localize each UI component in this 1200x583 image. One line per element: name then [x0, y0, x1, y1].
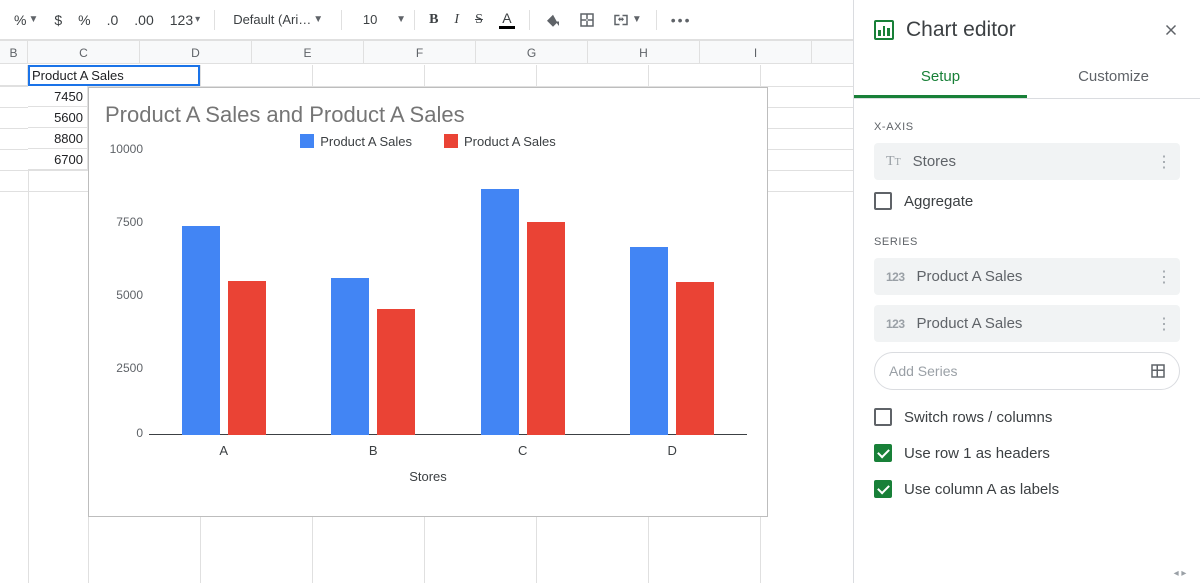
close-icon: [1162, 21, 1180, 39]
y-axis: 0 2500 5000 7500 10000: [99, 149, 147, 441]
series-1-name: Product A Sales: [917, 315, 1023, 332]
bold-button[interactable]: B: [423, 6, 444, 34]
toolbar-overflow-button[interactable]: •••: [665, 6, 698, 34]
bar-groups: ABCD: [149, 155, 747, 435]
embedded-chart[interactable]: Product A Sales and Product A Sales Prod…: [88, 87, 768, 517]
italic-button[interactable]: I: [448, 6, 465, 34]
fill-color-button[interactable]: [538, 6, 568, 34]
chevron-down-icon: ▼: [632, 14, 642, 25]
cola-label: Use column A as labels: [904, 481, 1059, 498]
format-currency-button[interactable]: $: [48, 6, 68, 34]
row1-headers-checkbox[interactable]: [874, 444, 892, 462]
col-header-f[interactable]: F: [364, 41, 476, 63]
sidebar-header: Chart editor: [854, 0, 1200, 56]
text-color-button[interactable]: A: [493, 6, 521, 34]
merge-icon: [612, 11, 630, 29]
format-percent2-button[interactable]: %: [72, 6, 96, 34]
switch-rows-cols-checkbox[interactable]: [874, 408, 892, 426]
chevron-down-icon: ▼: [313, 14, 323, 25]
add-series-label: Add Series: [889, 363, 957, 379]
borders-button[interactable]: [572, 6, 602, 34]
chart-legend: Product A Sales Product A Sales: [89, 134, 767, 155]
borders-icon: [578, 11, 596, 29]
cola-labels-row: Use column A as labels: [874, 480, 1180, 498]
xaxis-section-label: X-AXIS: [874, 121, 1180, 133]
xaxis-more-button[interactable]: ⋮: [1156, 152, 1172, 172]
more-formats-button[interactable]: 123▾: [164, 6, 206, 34]
cell-b5[interactable]: 6700: [28, 149, 88, 170]
format-percent-button[interactable]: %▼: [8, 6, 44, 34]
col-header-h[interactable]: H: [588, 41, 700, 63]
text-type-icon: TT: [886, 154, 901, 170]
cell-b1[interactable]: duct A Sales: [0, 65, 28, 86]
sidebar-tabs: Setup Customize: [854, 56, 1200, 99]
col-header-e[interactable]: E: [252, 41, 364, 63]
tab-customize[interactable]: Customize: [1027, 56, 1200, 98]
font-family-select[interactable]: Default (Ari…▼: [223, 6, 333, 34]
series-section-label: SERIES: [874, 236, 1180, 248]
chevron-down-icon: ▼: [396, 14, 406, 25]
paint-bucket-icon: [544, 11, 562, 29]
chart-title: Product A Sales and Product A Sales: [89, 88, 767, 134]
series-0-more-button[interactable]: ⋮: [1156, 267, 1172, 287]
series-chip-1[interactable]: 123 Product A Sales ⋮: [874, 305, 1180, 342]
cell-c1-selected[interactable]: Product A Sales: [28, 65, 200, 86]
row1-headers-row: Use row 1 as headers: [874, 444, 1180, 462]
aggregate-row: Aggregate: [874, 192, 1180, 210]
col-header-i[interactable]: I: [700, 41, 812, 63]
switch-label: Switch rows / columns: [904, 409, 1052, 426]
xaxis-chip[interactable]: TT Stores ⋮: [874, 143, 1180, 180]
cell-b4[interactable]: 8800: [28, 128, 88, 149]
x-axis-title: Stores: [89, 469, 767, 484]
series-chip-0[interactable]: 123 Product A Sales ⋮: [874, 258, 1180, 295]
grid-icon: [1149, 362, 1167, 380]
cell-b3[interactable]: 5600: [28, 107, 88, 128]
close-sidebar-button[interactable]: [1162, 21, 1180, 39]
sidebar-body: X-AXIS TT Stores ⋮ Aggregate SERIES 123 …: [854, 99, 1200, 514]
xaxis-value: Stores: [913, 153, 956, 170]
legend-swatch-blue: [300, 134, 314, 148]
number-type-icon: 123: [886, 317, 905, 331]
chevron-down-icon: ▼: [28, 14, 38, 25]
series-0-name: Product A Sales: [917, 268, 1023, 285]
tab-setup[interactable]: Setup: [854, 56, 1027, 98]
aggregate-label: Aggregate: [904, 193, 973, 210]
chart-editor-icon: [874, 20, 894, 40]
separator: [529, 10, 530, 30]
chart-editor-sidebar: Chart editor Setup Customize X-AXIS TT S…: [853, 0, 1200, 583]
merge-cells-button[interactable]: ▼: [606, 6, 648, 34]
legend-item-0: Product A Sales: [300, 134, 412, 149]
legend-swatch-red: [444, 134, 458, 148]
separator: [341, 10, 342, 30]
sidebar-title: Chart editor: [906, 18, 1016, 42]
col-header-c[interactable]: C: [28, 41, 140, 63]
cell-b2[interactable]: 7450: [28, 86, 88, 107]
font-size-select[interactable]: 10: [350, 6, 390, 34]
col-header-g[interactable]: G: [476, 41, 588, 63]
aggregate-checkbox[interactable]: [874, 192, 892, 210]
series-1-more-button[interactable]: ⋮: [1156, 314, 1172, 334]
separator: [656, 10, 657, 30]
sheet-area[interactable]: duct A Sales Product A Sales 7450 5600 8…: [0, 65, 853, 583]
switch-rows-cols-row: Switch rows / columns: [874, 408, 1180, 426]
add-series-button[interactable]: Add Series: [874, 352, 1180, 390]
sheet-nav-arrows[interactable]: ◂ ▸: [1160, 563, 1200, 583]
col-header-b[interactable]: B: [0, 41, 28, 63]
increase-decimal-button[interactable]: .00: [128, 6, 159, 34]
legend-item-1: Product A Sales: [444, 134, 556, 149]
chevron-down-icon: ▾: [195, 14, 200, 25]
underline-bar: [499, 26, 515, 29]
col-header-d[interactable]: D: [140, 41, 252, 63]
cola-labels-checkbox[interactable]: [874, 480, 892, 498]
row1-label: Use row 1 as headers: [904, 445, 1050, 462]
decrease-decimal-button[interactable]: .0: [101, 6, 125, 34]
chart-plot-area: 0 2500 5000 7500 10000 ABCD: [149, 155, 747, 435]
number-type-icon: 123: [886, 270, 905, 284]
separator: [214, 10, 215, 30]
strikethrough-button[interactable]: S: [469, 6, 489, 34]
separator: [414, 10, 415, 30]
